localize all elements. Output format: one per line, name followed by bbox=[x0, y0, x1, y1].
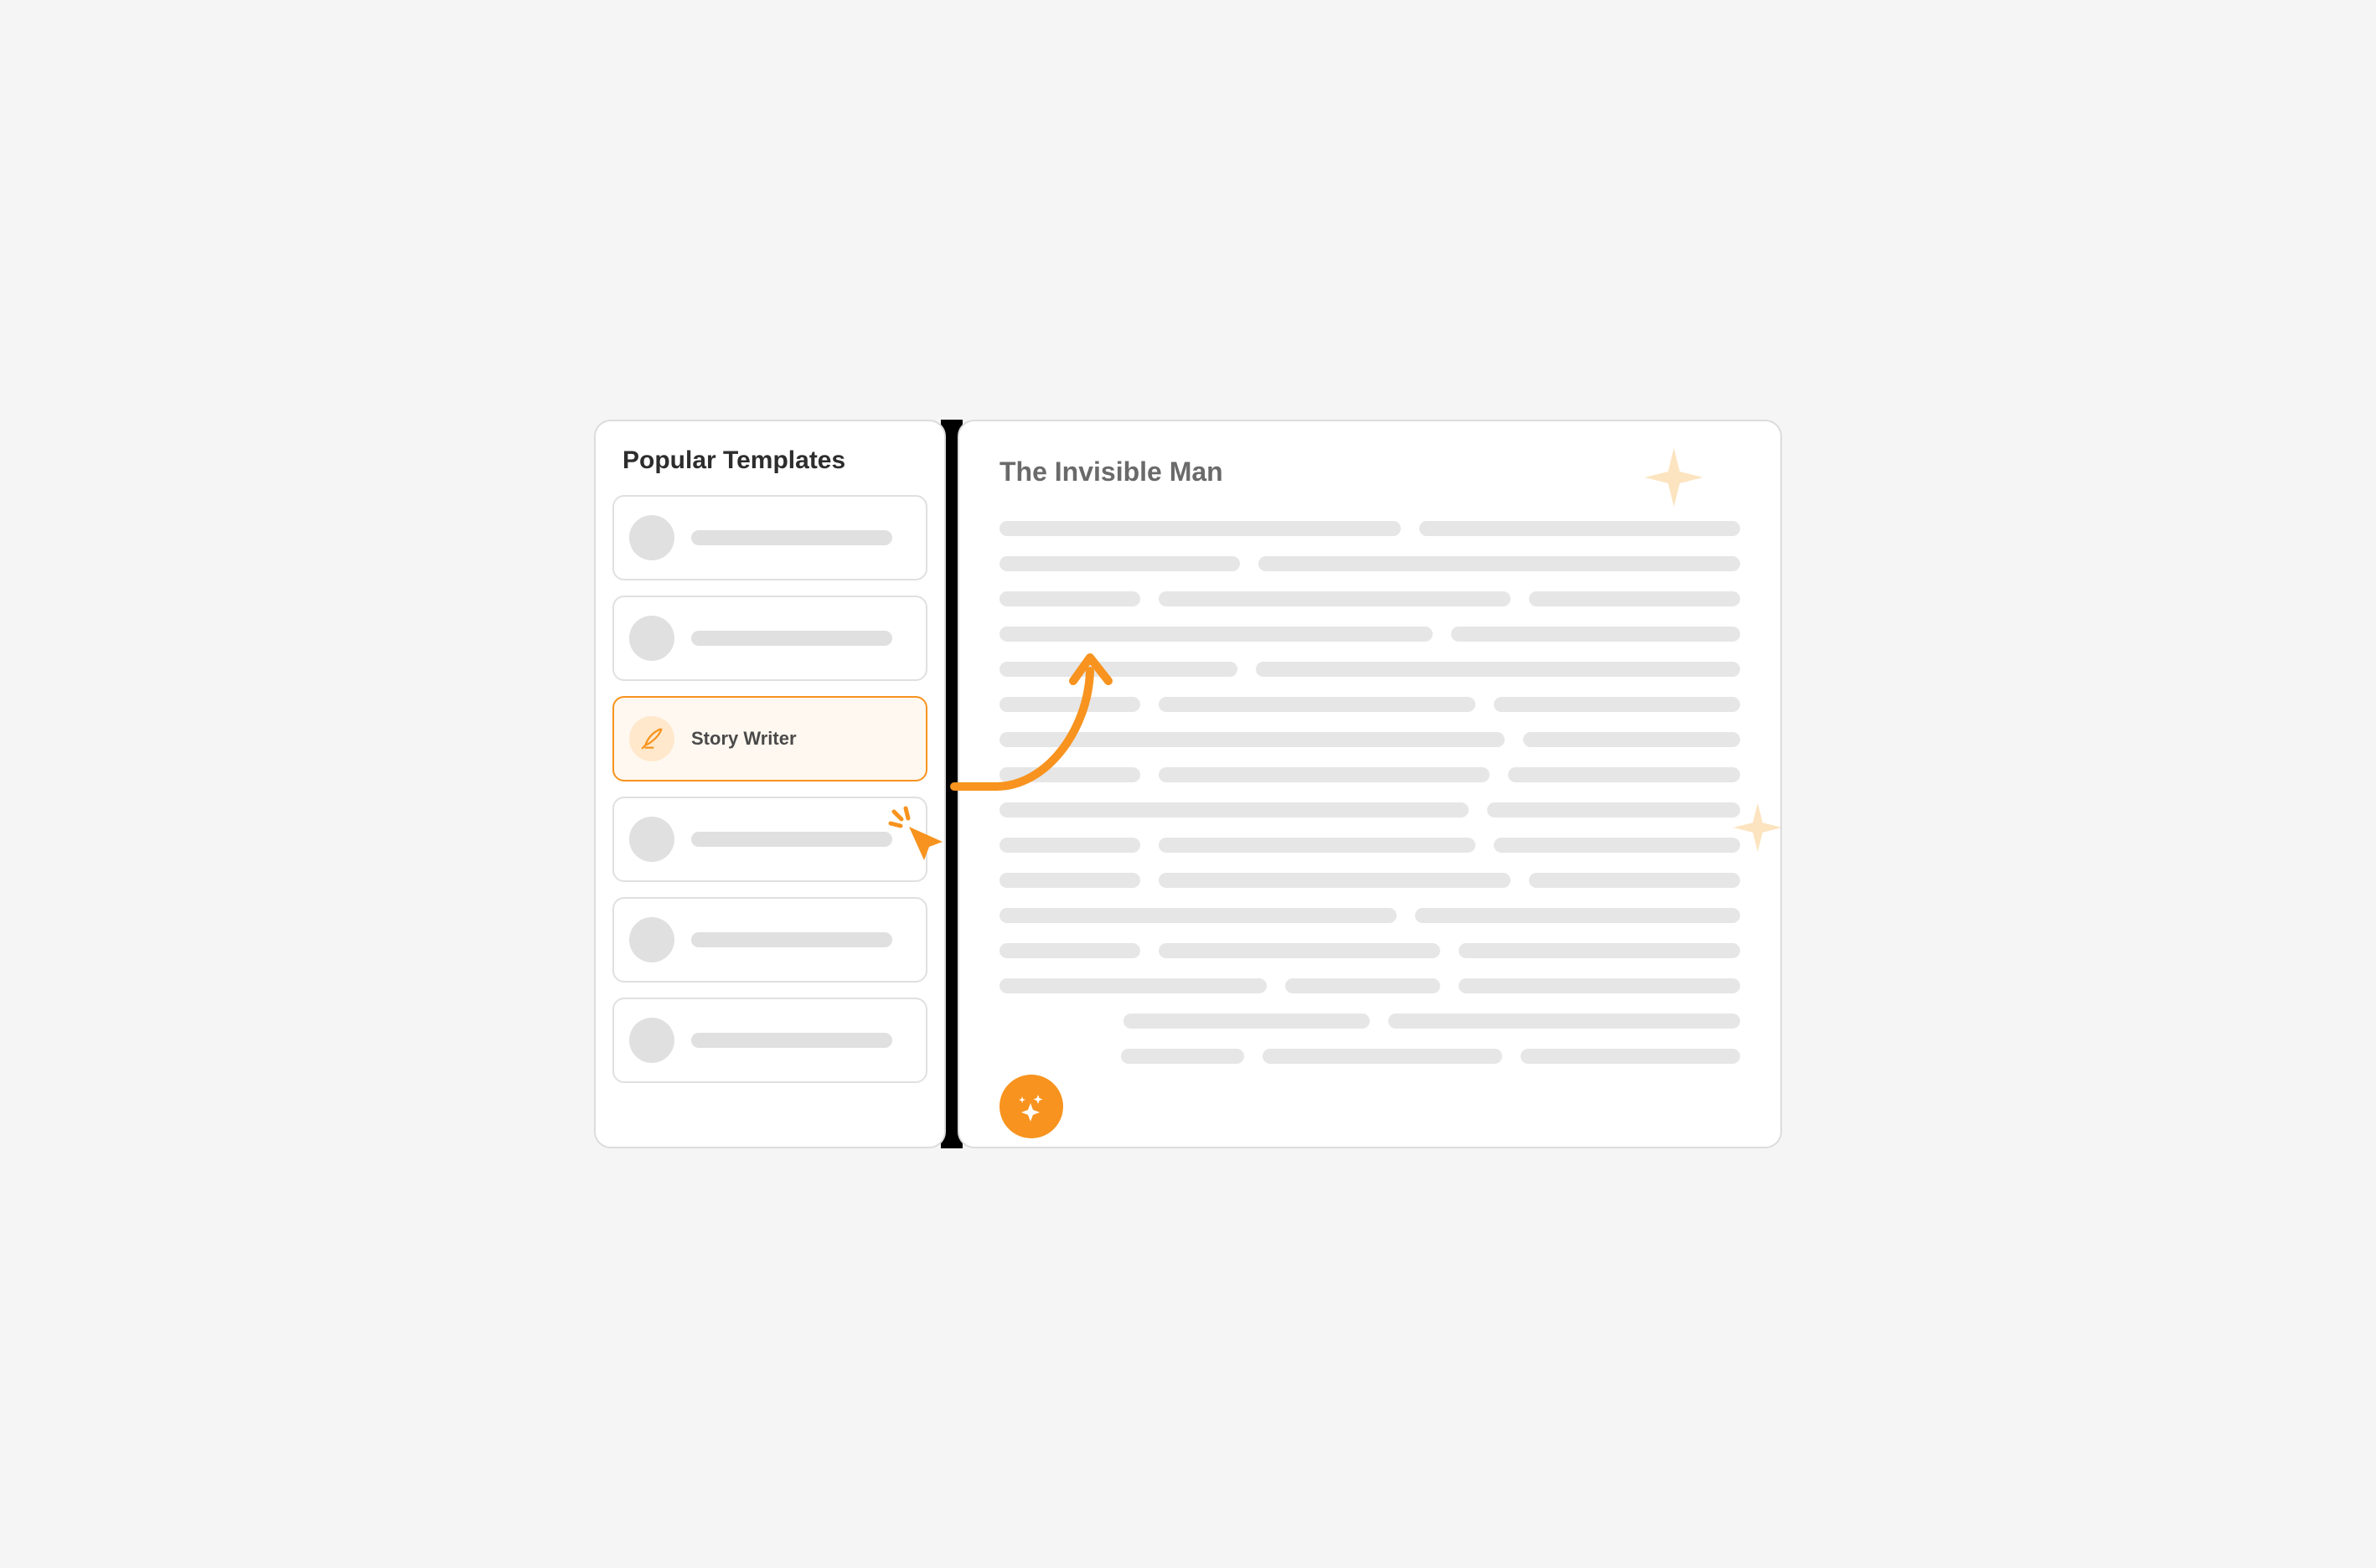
text-placeholder-line bbox=[999, 978, 1267, 993]
text-placeholder-line bbox=[999, 697, 1140, 712]
text-placeholder-line bbox=[1451, 627, 1740, 642]
star-icon bbox=[1728, 798, 1782, 857]
text-placeholder-line bbox=[1459, 978, 1740, 993]
template-card-placeholder[interactable] bbox=[612, 797, 927, 882]
text-placeholder-line bbox=[999, 838, 1140, 853]
template-card-story-writer[interactable]: Story Writer bbox=[612, 696, 927, 781]
document-line-row bbox=[999, 591, 1740, 606]
template-placeholder-line bbox=[691, 631, 892, 646]
text-placeholder-line bbox=[1415, 908, 1740, 923]
template-card-placeholder[interactable] bbox=[612, 596, 927, 681]
text-placeholder-line bbox=[1459, 943, 1740, 958]
template-placeholder-line bbox=[691, 1033, 892, 1048]
text-placeholder-line bbox=[1121, 1049, 1244, 1064]
text-placeholder-line bbox=[1388, 1014, 1740, 1029]
template-avatar-placeholder bbox=[629, 817, 674, 862]
template-placeholder-line bbox=[691, 832, 892, 847]
template-placeholder-line bbox=[691, 932, 892, 947]
template-card-placeholder[interactable] bbox=[612, 998, 927, 1083]
text-placeholder-line bbox=[1159, 943, 1440, 958]
text-placeholder-line bbox=[1159, 697, 1475, 712]
text-placeholder-line bbox=[999, 873, 1140, 888]
text-placeholder-line bbox=[1508, 767, 1740, 782]
document-body bbox=[999, 521, 1740, 1064]
document-line-row bbox=[999, 1014, 1740, 1029]
document-title: The Invisible Man bbox=[999, 456, 1740, 487]
document-line-row bbox=[999, 978, 1740, 993]
sparkle-badge bbox=[999, 1075, 1063, 1138]
document-line-row bbox=[999, 943, 1740, 958]
templates-sidebar: Popular Templates Story Writer bbox=[594, 420, 946, 1148]
document-panel: The Invisible Man bbox=[958, 420, 1782, 1148]
text-placeholder-line bbox=[1123, 1014, 1370, 1029]
document-line-row bbox=[999, 908, 1740, 923]
template-placeholder-line bbox=[691, 530, 892, 545]
template-avatar-placeholder bbox=[629, 515, 674, 560]
text-placeholder-line bbox=[1258, 556, 1740, 571]
text-placeholder-line bbox=[999, 802, 1469, 818]
template-avatar-placeholder bbox=[629, 917, 674, 962]
text-placeholder-line bbox=[999, 767, 1140, 782]
text-placeholder-line bbox=[1521, 1049, 1740, 1064]
document-line-row bbox=[999, 767, 1740, 782]
document-line-row bbox=[999, 556, 1740, 571]
document-line-row bbox=[999, 697, 1740, 712]
text-placeholder-line bbox=[1494, 697, 1740, 712]
document-line-row bbox=[999, 662, 1740, 677]
text-placeholder-line bbox=[1159, 838, 1475, 853]
document-line-row bbox=[999, 732, 1740, 747]
document-line-row bbox=[999, 521, 1740, 536]
star-icon bbox=[1639, 442, 1709, 513]
text-placeholder-line bbox=[1529, 591, 1740, 606]
text-placeholder-line bbox=[999, 556, 1240, 571]
cursor-click-icon bbox=[887, 805, 954, 872]
template-card-placeholder[interactable] bbox=[612, 495, 927, 580]
text-placeholder-line bbox=[1487, 802, 1740, 818]
text-placeholder-line bbox=[1529, 873, 1740, 888]
document-line-row bbox=[999, 873, 1740, 888]
text-placeholder-line bbox=[999, 908, 1397, 923]
document-line-row bbox=[999, 838, 1740, 853]
text-placeholder-line bbox=[1419, 521, 1740, 536]
document-line-row bbox=[999, 627, 1740, 642]
template-label: Story Writer bbox=[691, 728, 797, 750]
quill-icon bbox=[639, 726, 664, 751]
text-placeholder-line bbox=[1285, 978, 1440, 993]
template-avatar-quill bbox=[629, 716, 674, 761]
text-placeholder-line bbox=[1159, 873, 1511, 888]
text-placeholder-line bbox=[999, 627, 1433, 642]
template-avatar-placeholder bbox=[629, 1018, 674, 1063]
app-container: Popular Templates Story Writer bbox=[594, 420, 1782, 1148]
text-placeholder-line bbox=[999, 521, 1401, 536]
text-placeholder-line bbox=[1494, 838, 1740, 853]
text-placeholder-line bbox=[1256, 662, 1740, 677]
template-avatar-placeholder bbox=[629, 616, 674, 661]
text-placeholder-line bbox=[1523, 732, 1740, 747]
text-placeholder-line bbox=[1159, 591, 1511, 606]
text-placeholder-line bbox=[1159, 767, 1490, 782]
text-placeholder-line bbox=[999, 591, 1140, 606]
text-placeholder-line bbox=[999, 732, 1505, 747]
document-line-row bbox=[999, 1049, 1740, 1064]
sparkle-icon bbox=[1011, 1086, 1051, 1127]
text-placeholder-line bbox=[999, 662, 1237, 677]
text-placeholder-line bbox=[1263, 1049, 1502, 1064]
template-card-placeholder[interactable] bbox=[612, 897, 927, 983]
sidebar-title: Popular Templates bbox=[612, 446, 927, 475]
document-line-row bbox=[999, 802, 1740, 818]
text-placeholder-line bbox=[999, 943, 1140, 958]
